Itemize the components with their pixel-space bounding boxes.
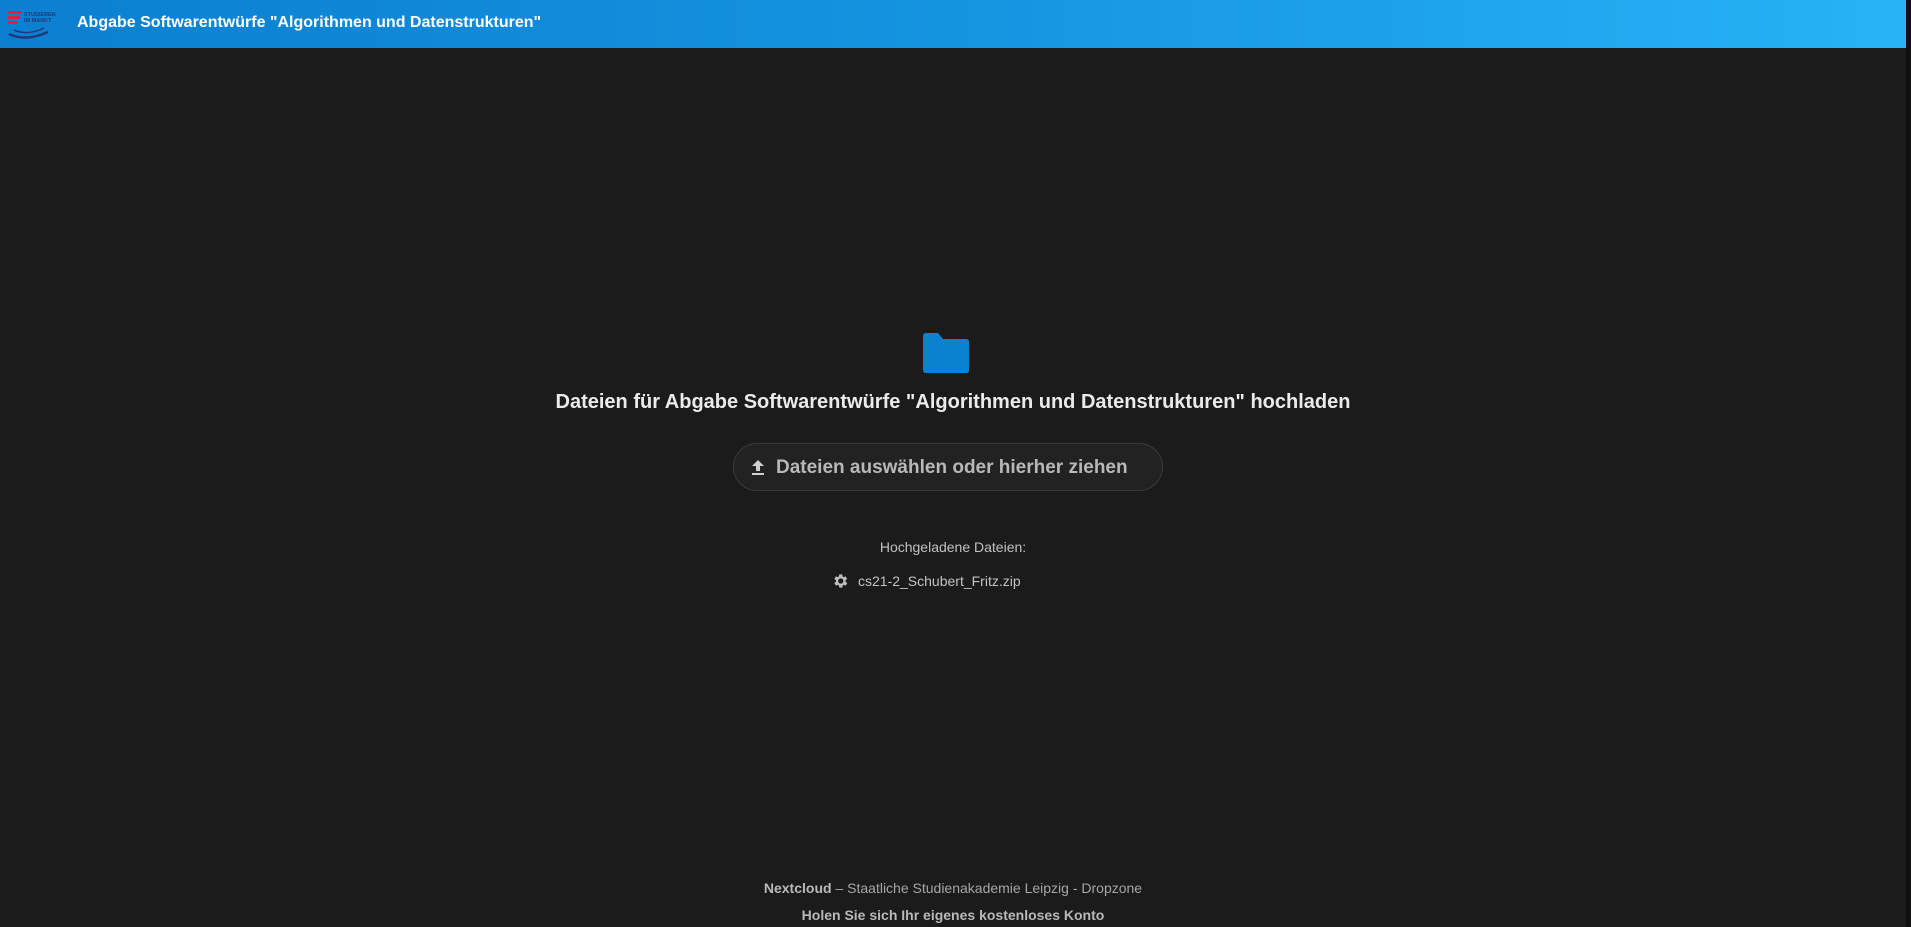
upload-heading: Dateien für Abgabe Softwarentwürfe "Algo… xyxy=(555,391,1351,413)
footer-text: Staatliche Studienakademie Leipzig - Dro… xyxy=(847,880,1143,896)
scrollbar-gutter xyxy=(1906,0,1911,927)
upload-files-button[interactable]: Dateien auswählen oder hierher ziehen xyxy=(733,443,1163,491)
gear-icon xyxy=(834,574,848,588)
footer-signup: Holen Sie sich Ihr eigenes kostenloses K… xyxy=(0,907,1906,923)
logo-text-line2: IM MARKT xyxy=(24,18,52,24)
footer-brand[interactable]: Nextcloud xyxy=(764,880,832,896)
footer-info: Nextcloud – Staatliche Studienakademie L… xyxy=(0,880,1906,896)
signup-link[interactable]: Holen Sie sich Ihr eigenes kostenloses K… xyxy=(802,907,1105,923)
uploaded-files-label: Hochgeladene Dateien: xyxy=(879,539,1027,555)
folder-icon xyxy=(923,333,969,373)
uploaded-file-name: cs21-2_Schubert_Fritz.zip xyxy=(858,573,1021,589)
page: STUDIEREN IM MARKT Abgabe Softwarentwürf… xyxy=(0,0,1911,927)
page-title: Abgabe Softwarentwürfe "Algorithmen und … xyxy=(77,14,542,31)
upload-icon xyxy=(752,460,764,475)
header-bar: STUDIEREN IM MARKT Abgabe Softwarentwürf… xyxy=(0,0,1906,48)
upload-button-label: Dateien auswählen oder hierher ziehen xyxy=(776,457,1128,478)
uploaded-file-item: cs21-2_Schubert_Fritz.zip xyxy=(831,571,1021,591)
studieren-im-markt-logo[interactable]: STUDIEREN IM MARKT xyxy=(6,8,61,40)
footer-separator: – xyxy=(831,880,848,896)
